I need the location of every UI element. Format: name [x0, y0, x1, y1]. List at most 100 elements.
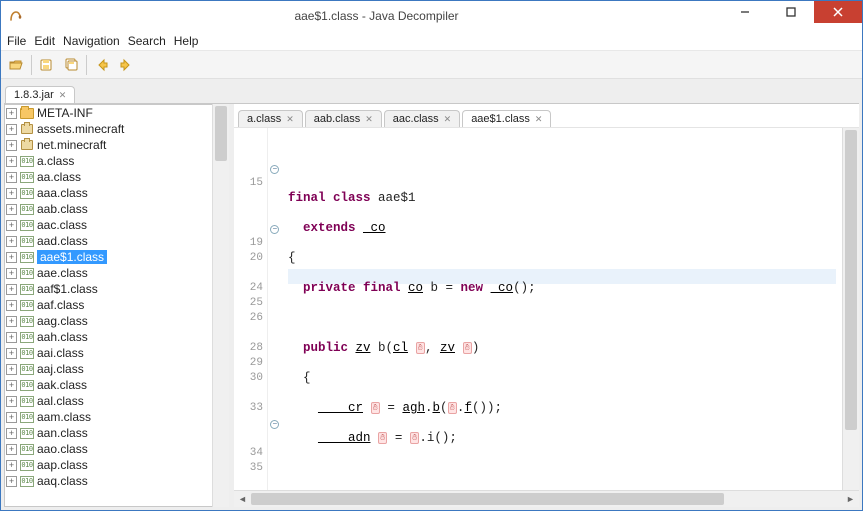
expander-icon[interactable]: +	[6, 220, 17, 231]
expander-icon[interactable]: +	[6, 124, 17, 135]
class-file-icon: 010	[19, 362, 35, 376]
code-editor[interactable]: 15 1920 242526 282930 33 3435 − − − fina…	[234, 128, 859, 490]
tree-item[interactable]: +net.minecraft	[4, 137, 212, 153]
scroll-left-arrow[interactable]: ◄	[234, 491, 251, 508]
expander-icon[interactable]: +	[6, 380, 17, 391]
package-icon	[19, 122, 35, 136]
save-button[interactable]	[36, 54, 58, 76]
menu-search[interactable]: Search	[128, 34, 166, 48]
class-file-icon: 010	[19, 426, 35, 440]
tree-item-label: aae$1.class	[37, 250, 107, 264]
tree-item[interactable]: +010aap.class	[4, 457, 212, 473]
tree-item[interactable]: +010a.class	[4, 153, 212, 169]
expander-icon[interactable]: +	[6, 156, 17, 167]
tree-item[interactable]: +010aag.class	[4, 313, 212, 329]
editor-tab[interactable]: aab.class✕	[305, 110, 382, 127]
editor-vertical-scrollbar[interactable]	[842, 128, 859, 490]
fold-gutter[interactable]: − − −	[268, 128, 282, 490]
tree-item-label: aaj.class	[37, 362, 84, 376]
expander-icon[interactable]: +	[6, 460, 17, 471]
tree-item[interactable]: +010aac.class	[4, 217, 212, 233]
tree-item[interactable]: +010aai.class	[4, 345, 212, 361]
tree-item[interactable]: +META-INF	[4, 105, 212, 121]
save-all-button[interactable]	[60, 54, 82, 76]
tree-item[interactable]: +010aad.class	[4, 233, 212, 249]
fold-toggle-icon[interactable]: −	[270, 225, 279, 234]
editor-tab[interactable]: a.class✕	[238, 110, 303, 127]
nav-back-button[interactable]	[91, 54, 113, 76]
tree-item-label: aai.class	[37, 346, 84, 360]
expander-icon[interactable]: +	[6, 108, 17, 119]
code-area[interactable]: final class aae$1 extends co { private f…	[282, 128, 842, 490]
fold-toggle-icon[interactable]: −	[270, 165, 279, 174]
close-icon[interactable]: ✕	[444, 114, 452, 125]
tree-item[interactable]: +010aam.class	[4, 409, 212, 425]
tree-item[interactable]: +010aan.class	[4, 425, 212, 441]
tree-item[interactable]: +010aab.class	[4, 201, 212, 217]
expander-icon[interactable]: +	[6, 172, 17, 183]
open-button[interactable]	[5, 54, 27, 76]
fold-toggle-icon[interactable]: −	[270, 420, 279, 429]
close-icon[interactable]: ✕	[286, 114, 294, 125]
tree-item-label: aad.class	[37, 234, 88, 248]
folder-icon	[19, 106, 35, 120]
expander-icon[interactable]: +	[6, 396, 17, 407]
tree-scrollbar[interactable]	[212, 104, 229, 507]
expander-icon[interactable]: +	[6, 444, 17, 455]
expander-icon[interactable]: +	[6, 364, 17, 375]
menu-navigation[interactable]: Navigation	[63, 34, 120, 48]
tree-item[interactable]: +010aaj.class	[4, 361, 212, 377]
tree-item[interactable]: +010aaa.class	[4, 185, 212, 201]
tree-item-label: aao.class	[37, 442, 88, 456]
expander-icon[interactable]: +	[6, 204, 17, 215]
close-icon[interactable]: ✕	[535, 114, 543, 125]
editor-tab[interactable]: aac.class✕	[384, 110, 460, 127]
expander-icon[interactable]: +	[6, 236, 17, 247]
window-maximize-button[interactable]	[768, 1, 814, 23]
editor-horizontal-scrollbar[interactable]: ◄ ►	[234, 490, 859, 507]
scroll-right-arrow[interactable]: ►	[842, 491, 859, 508]
jar-tab[interactable]: 1.8.3.jar ✕	[5, 86, 75, 103]
expander-icon[interactable]: +	[6, 428, 17, 439]
menubar: File Edit Navigation Search Help	[1, 31, 862, 51]
expander-icon[interactable]: +	[6, 188, 17, 199]
menu-help[interactable]: Help	[174, 34, 199, 48]
expander-icon[interactable]: +	[6, 316, 17, 327]
expander-icon[interactable]: +	[6, 268, 17, 279]
tree-item-label: aac.class	[37, 218, 87, 232]
editor-tab[interactable]: aae$1.class✕	[462, 110, 551, 127]
nav-forward-button[interactable]	[115, 54, 137, 76]
tree-item[interactable]: +010aaq.class	[4, 473, 212, 489]
tree-item[interactable]: +010aaf.class	[4, 297, 212, 313]
file-tree[interactable]: +META-INF+assets.minecraft+net.minecraft…	[4, 104, 212, 507]
tree-item[interactable]: +010aao.class	[4, 441, 212, 457]
expander-icon[interactable]: +	[6, 332, 17, 343]
close-icon[interactable]: ✕	[365, 114, 373, 125]
tree-item-label: aae.class	[37, 266, 88, 280]
class-file-icon: 010	[19, 234, 35, 248]
class-file-icon: 010	[19, 330, 35, 344]
window-close-button[interactable]	[814, 1, 862, 23]
tree-item[interactable]: +010aae.class	[4, 265, 212, 281]
tree-item[interactable]: +010aah.class	[4, 329, 212, 345]
expander-icon[interactable]: +	[6, 252, 17, 263]
close-icon[interactable]: ✕	[59, 90, 67, 101]
tree-item[interactable]: +010aal.class	[4, 393, 212, 409]
tree-item-label: aaq.class	[37, 474, 88, 488]
tree-item[interactable]: +010aae$1.class	[4, 249, 212, 265]
expander-icon[interactable]: +	[6, 284, 17, 295]
expander-icon[interactable]: +	[6, 300, 17, 311]
tree-item[interactable]: +010aa.class	[4, 169, 212, 185]
menu-edit[interactable]: Edit	[34, 34, 55, 48]
expander-icon[interactable]: +	[6, 412, 17, 423]
expander-icon[interactable]: +	[6, 476, 17, 487]
tree-item[interactable]: +010aak.class	[4, 377, 212, 393]
tree-item[interactable]: +assets.minecraft	[4, 121, 212, 137]
menu-file[interactable]: File	[7, 34, 26, 48]
expander-icon[interactable]: +	[6, 140, 17, 151]
tree-item-label: aak.class	[37, 378, 87, 392]
tree-item[interactable]: +010aaf$1.class	[4, 281, 212, 297]
window-minimize-button[interactable]	[722, 1, 768, 23]
expander-icon[interactable]: +	[6, 348, 17, 359]
tree-item-label: aaf$1.class	[37, 282, 98, 296]
